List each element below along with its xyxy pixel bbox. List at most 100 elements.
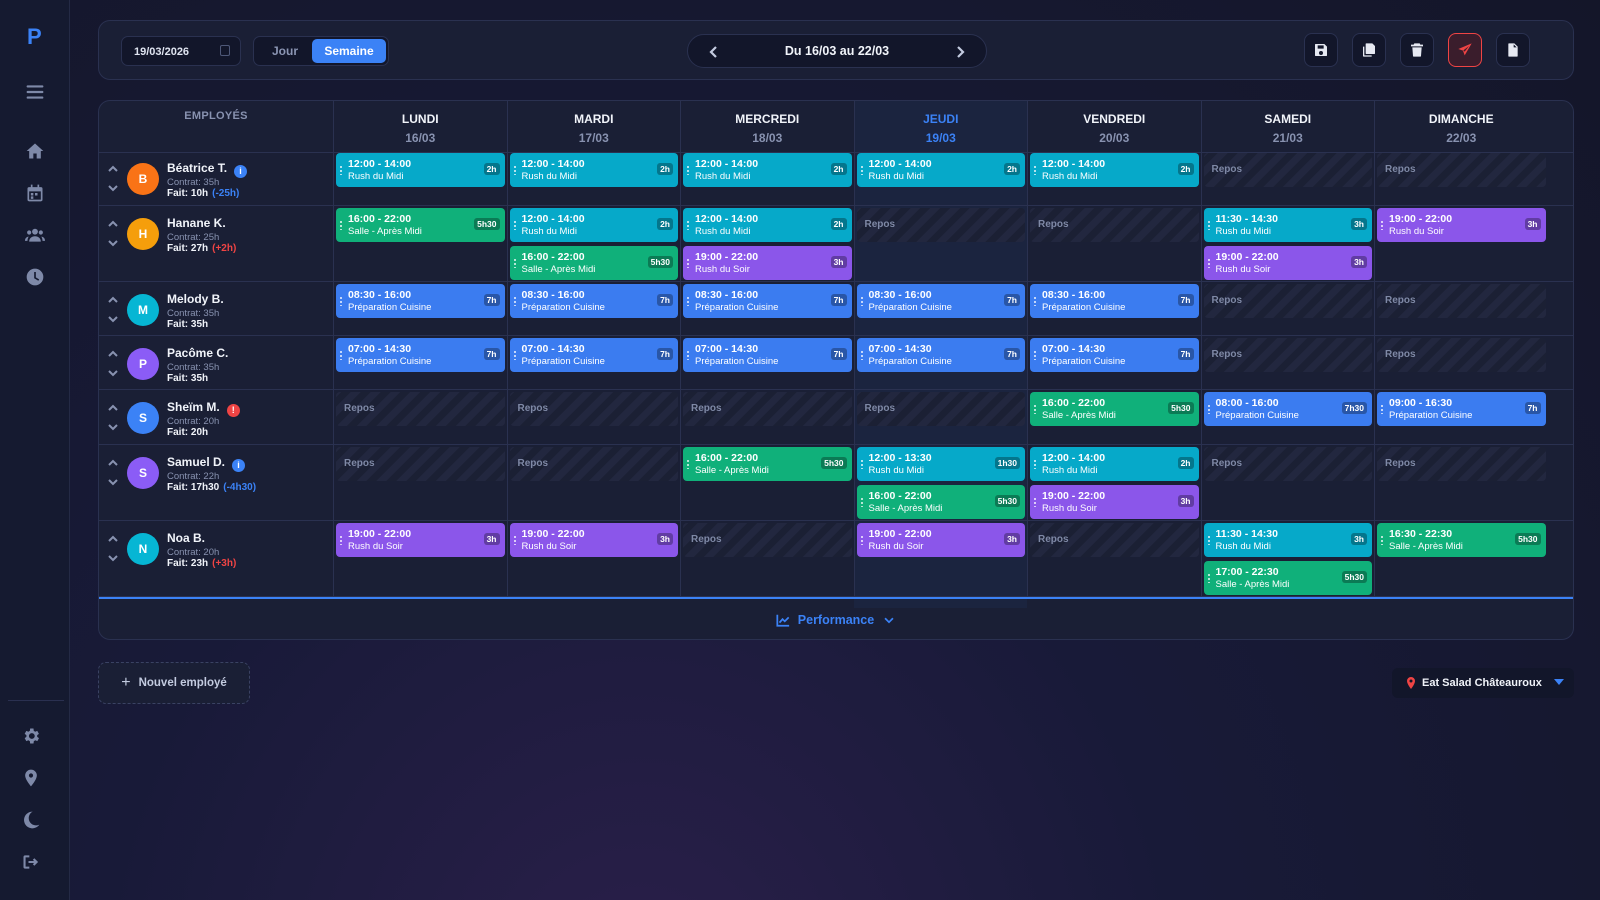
schedule-cell[interactable]: 11:30 - 14:30 Rush du Midi 3h 17:00 - 22:30… — [1200, 521, 1375, 597]
schedule-cell[interactable]: 09:00 - 16:30 Préparation Cuisine 7h — [1374, 390, 1548, 445]
export-pdf-button[interactable] — [1496, 33, 1530, 67]
move-down-chevron-icon[interactable] — [107, 313, 119, 325]
shift-block[interactable]: 07:00 - 14:30 Préparation Cuisine 7h — [1030, 338, 1199, 372]
info-badge-icon[interactable]: i — [232, 459, 246, 472]
move-up-chevron-icon[interactable] — [107, 163, 119, 175]
employee-name-wrap[interactable]: Samuel D. i — [167, 455, 246, 472]
shift-block[interactable]: 12:00 - 14:00 Rush du Midi 2h — [336, 153, 505, 187]
delete-button[interactable] — [1400, 33, 1434, 67]
employee-name-wrap[interactable]: Sheïm M.! — [167, 400, 240, 417]
shift-block[interactable]: 12:00 - 14:00 Rush du Midi 2h — [1030, 447, 1199, 481]
rest-day-block[interactable]: Repos — [1030, 523, 1199, 557]
rest-day-block[interactable]: Repos — [1203, 447, 1372, 481]
info-badge-icon[interactable]: i — [234, 165, 248, 178]
new-employee-button[interactable]: + Nouvel employé — [98, 662, 250, 704]
shift-block[interactable]: 07:00 - 14:30 Préparation Cuisine 7h — [856, 338, 1025, 372]
schedule-cell[interactable]: 12:00 - 14:00 Rush du Midi 2h 16:00 - 22:00… — [506, 206, 681, 282]
shift-block[interactable]: 19:00 - 22:00 Rush du Soir 3h — [1030, 485, 1199, 519]
location-pin-icon[interactable] — [19, 766, 43, 790]
rest-day-block[interactable]: Repos — [1377, 284, 1546, 318]
shift-block[interactable]: 19:00 - 22:00 Rush du Soir 3h — [1203, 246, 1372, 280]
shift-block[interactable]: 19:00 - 22:00 Rush du Soir 3h — [683, 246, 852, 280]
rest-day-block[interactable]: Repos — [1203, 153, 1372, 187]
schedule-cell[interactable]: 19:00 - 22:00 Rush du Soir 3h — [853, 521, 1028, 597]
rest-day-block[interactable]: Repos — [1377, 153, 1546, 187]
rest-day-block[interactable]: Repos — [1030, 208, 1199, 242]
schedule-cell[interactable]: 07:00 - 14:30 Préparation Cuisine 7h — [333, 336, 507, 390]
schedule-cell[interactable]: 12:00 - 14:00 Rush du Midi 2h — [853, 151, 1028, 206]
save-button[interactable] — [1304, 33, 1338, 67]
rest-day-block[interactable]: Repos — [683, 392, 852, 426]
shift-block[interactable]: 08:30 - 16:00 Préparation Cuisine 7h — [683, 284, 852, 318]
move-down-chevron-icon[interactable] — [107, 476, 119, 488]
shift-block[interactable]: 19:00 - 22:00 Rush du Soir 3h — [509, 523, 678, 557]
rest-day-block[interactable]: Repos — [1203, 338, 1372, 372]
shift-block[interactable]: 19:00 - 22:00 Rush du Soir 3h — [336, 523, 505, 557]
schedule-cell[interactable]: 08:30 - 16:00 Préparation Cuisine 7h — [1027, 282, 1201, 336]
date-picker-input[interactable]: 19/03/2026 — [121, 36, 241, 66]
view-day-button[interactable]: Jour — [258, 39, 312, 63]
shift-block[interactable]: 16:00 - 22:00 Salle - Après Midi 5h30 — [683, 447, 852, 481]
menu-icon[interactable] — [23, 80, 47, 104]
schedule-cell[interactable]: 08:30 - 16:00 Préparation Cuisine 7h — [853, 282, 1028, 336]
shift-block[interactable]: 16:30 - 22:30 Salle - Après Midi 5h30 — [1377, 523, 1546, 557]
schedule-cell[interactable]: 07:00 - 14:30 Préparation Cuisine 7h — [853, 336, 1028, 390]
rest-day-block[interactable]: Repos — [683, 523, 852, 557]
rest-day-block[interactable]: Repos — [1377, 447, 1546, 481]
calendar-small-icon[interactable] — [220, 45, 230, 56]
shift-block[interactable]: 08:30 - 16:00 Préparation Cuisine 7h — [509, 284, 678, 318]
shift-block[interactable]: 09:00 - 16:30 Préparation Cuisine 7h — [1377, 392, 1546, 426]
shift-block[interactable]: 07:00 - 14:30 Préparation Cuisine 7h — [336, 338, 505, 372]
schedule-cell[interactable]: Repos — [506, 390, 681, 445]
schedule-cell[interactable]: Repos — [333, 445, 507, 521]
move-up-chevron-icon[interactable] — [107, 457, 119, 469]
employee-name-wrap[interactable]: Melody B. — [167, 292, 224, 306]
schedule-cell[interactable]: Repos — [1374, 336, 1548, 390]
rest-day-block[interactable]: Repos — [856, 392, 1025, 426]
rest-day-block[interactable]: Repos — [856, 208, 1025, 242]
shift-block[interactable]: 17:00 - 22:30 Salle - Après Midi 5h30 — [1203, 561, 1372, 595]
move-up-chevron-icon[interactable] — [107, 294, 119, 306]
schedule-cell[interactable]: 12:00 - 14:00 Rush du Midi 2h 19:00 - 22:00… — [1027, 445, 1201, 521]
schedule-cell[interactable]: Repos — [680, 390, 854, 445]
avatar[interactable]: H — [127, 218, 159, 250]
schedule-cell[interactable]: Repos — [1374, 151, 1548, 206]
moon-icon[interactable] — [19, 808, 43, 832]
schedule-cell[interactable]: 08:30 - 16:00 Préparation Cuisine 7h — [680, 282, 854, 336]
move-up-chevron-icon[interactable] — [107, 402, 119, 414]
schedule-cell[interactable]: 07:00 - 14:30 Préparation Cuisine 7h — [506, 336, 681, 390]
schedule-cell[interactable]: 12:00 - 13:30 Rush du Midi 1h30 16:00 - 22:… — [853, 445, 1028, 521]
move-down-chevron-icon[interactable] — [107, 367, 119, 379]
schedule-cell[interactable]: Repos — [1200, 336, 1375, 390]
shift-block[interactable]: 07:00 - 14:30 Préparation Cuisine 7h — [683, 338, 852, 372]
rest-day-block[interactable]: Repos — [336, 447, 505, 481]
schedule-cell[interactable]: Repos — [333, 390, 507, 445]
schedule-cell[interactable]: 16:30 - 22:30 Salle - Après Midi 5h30 — [1374, 521, 1548, 597]
shift-block[interactable]: 16:00 - 22:00 Salle - Après Midi 5h30 — [856, 485, 1025, 519]
shift-block[interactable]: 12:00 - 14:00 Rush du Midi 2h — [683, 153, 852, 187]
move-up-chevron-icon[interactable] — [107, 348, 119, 360]
avatar[interactable]: S — [127, 457, 159, 489]
schedule-cell[interactable]: Repos — [1200, 445, 1375, 521]
move-down-chevron-icon[interactable] — [107, 552, 119, 564]
schedule-cell[interactable]: 16:00 - 22:00 Salle - Après Midi 5h30 — [333, 206, 507, 282]
rest-day-block[interactable]: Repos — [1203, 284, 1372, 318]
shift-block[interactable]: 12:00 - 14:00 Rush du Midi 2h — [856, 153, 1025, 187]
shift-block[interactable]: 12:00 - 14:00 Rush du Midi 2h — [1030, 153, 1199, 187]
publish-send-button[interactable] — [1448, 33, 1482, 67]
employee-name-wrap[interactable]: Hanane K. — [167, 216, 226, 230]
schedule-cell[interactable]: 19:00 - 22:00 Rush du Soir 3h — [506, 521, 681, 597]
move-down-chevron-icon[interactable] — [107, 182, 119, 194]
shift-block[interactable]: 12:00 - 14:00 Rush du Midi 2h — [683, 208, 852, 242]
calendar-icon[interactable] — [23, 181, 47, 205]
avatar[interactable]: N — [127, 533, 159, 565]
shift-block[interactable]: 11:30 - 14:30 Rush du Midi 3h — [1203, 523, 1372, 557]
avatar[interactable]: M — [127, 294, 159, 326]
schedule-cell[interactable]: Repos — [680, 521, 854, 597]
shift-block[interactable]: 12:00 - 13:30 Rush du Midi 1h30 — [856, 447, 1025, 481]
app-logo[interactable]: P — [27, 24, 42, 50]
shift-block[interactable]: 11:30 - 14:30 Rush du Midi 3h — [1203, 208, 1372, 242]
schedule-cell[interactable]: 11:30 - 14:30 Rush du Midi 3h 19:00 - 22:00… — [1200, 206, 1375, 282]
move-up-chevron-icon[interactable] — [107, 218, 119, 230]
schedule-cell[interactable]: Repos — [1374, 445, 1548, 521]
